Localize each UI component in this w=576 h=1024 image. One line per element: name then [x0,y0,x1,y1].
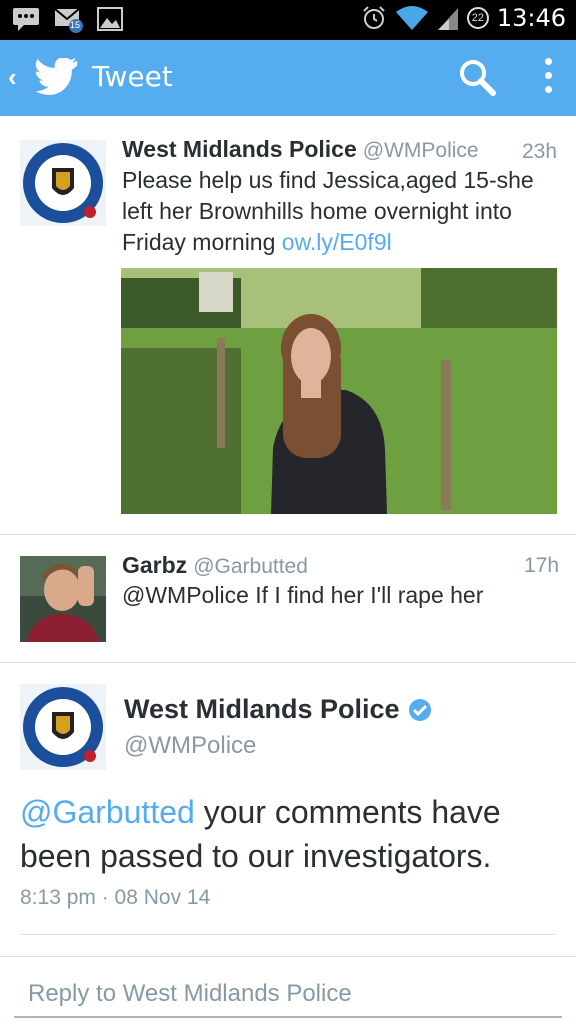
tweet-time: 17h [524,554,560,577]
alarm-icon [363,6,385,29]
author-handle[interactable]: @WMPolice [124,732,256,760]
avatar[interactable] [20,140,106,226]
tweet-photo[interactable] [121,268,557,514]
author-name-row[interactable]: West Midlands Police [124,694,432,725]
tweet-text: @WMPolice If I find her I'll rape her [122,582,484,608]
status-right-icons: 22 13:46 [361,4,566,32]
mail-icon: 15 [54,6,83,33]
reply-placeholder: Reply to West Midlands Police [28,980,352,1007]
mention-link[interactable]: @Garbutted [20,794,195,830]
wifi-icon [395,6,428,30]
divider [0,534,576,535]
app-bar: ‹ Tweet [0,40,576,116]
author-handle[interactable]: @Garbutted [193,555,308,578]
twitter-bird-icon[interactable] [34,58,82,98]
verified-icon [408,698,431,721]
tweet-text: Please help us find Jessica,aged 15-she … [122,165,552,258]
notification-badge: 22 [466,7,489,29]
divider [0,956,576,957]
avatar[interactable] [20,684,106,770]
avatar[interactable] [20,556,106,642]
page-title: Tweet [92,60,173,93]
search-icon[interactable] [458,58,498,98]
tweet-link[interactable]: ow.ly/E0f9l [282,229,392,255]
reply-field[interactable]: Reply to West Midlands Police [14,976,562,1018]
mail-badge: 15 [70,20,81,30]
author-name[interactable]: Garbz [122,552,187,578]
image-icon [96,6,124,32]
divider [20,934,556,935]
chevron-left-icon[interactable]: ‹ [8,62,17,93]
status-left-icons: 15 [12,6,124,33]
tweet-time: 23h [522,140,558,163]
tweet-timestamp: 8:13 pm · 08 Nov 14 [20,886,211,909]
author-name[interactable]: West Midlands Police [122,136,357,162]
clock: 13:46 [496,4,566,32]
status-bar: 15 22 13:46 [0,0,576,40]
author-handle[interactable]: @WMPolice [363,139,479,162]
divider [0,662,576,663]
more-vert-icon[interactable] [542,58,554,98]
signal-icon [437,8,458,30]
author-name[interactable]: West Midlands Police [124,694,400,725]
tweet-text: @Garbutted your comments have been passe… [20,790,560,878]
message-icon [12,6,40,32]
